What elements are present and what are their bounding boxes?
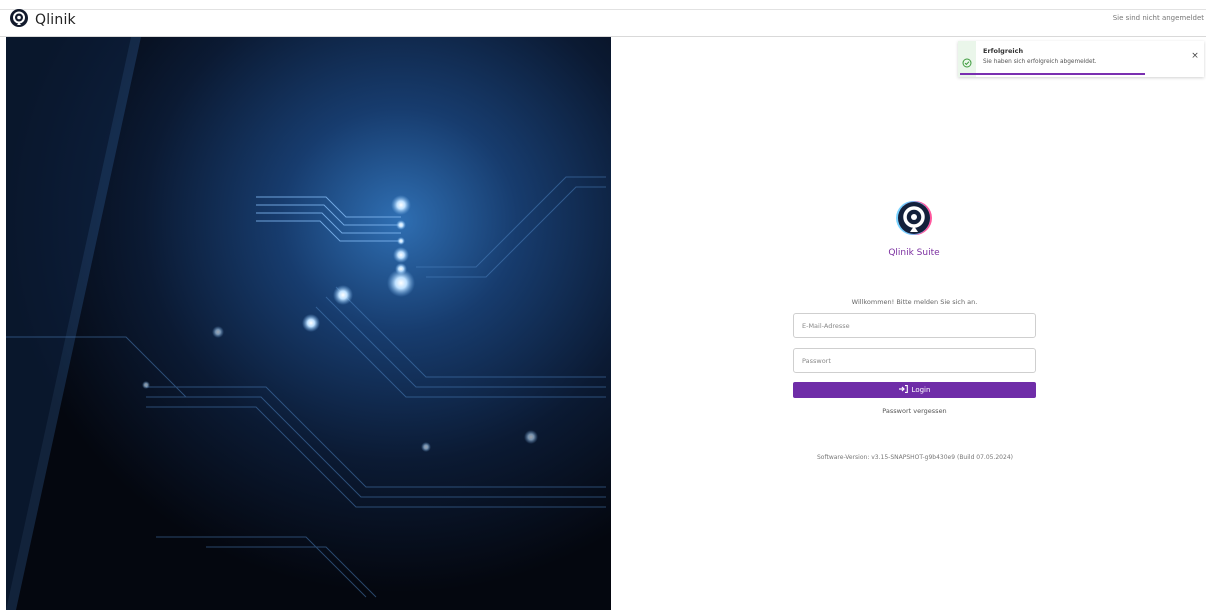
toast-progress-bar	[960, 73, 1145, 75]
login-button[interactable]: Login	[793, 382, 1036, 398]
location-pin-icon	[9, 8, 29, 32]
welcome-text: Willkommen! Bitte melden Sie sich an.	[851, 298, 978, 306]
auth-status: Sie sind nicht angemeldet	[1112, 14, 1204, 22]
check-circle-icon	[962, 53, 972, 72]
close-icon[interactable]: ×	[1190, 51, 1200, 61]
sign-in-icon	[898, 385, 908, 395]
toast-title: Erfolgreich	[983, 47, 1024, 55]
toast-message: Sie haben sich erfolgreich abgemeldet.	[983, 59, 1097, 65]
success-toast: Erfolgreich Sie haben sich erfolgreich a…	[958, 41, 1204, 77]
suite-name: Qlinik Suite	[888, 248, 940, 258]
forgot-password-link[interactable]: Passwort vergessen	[793, 407, 1036, 415]
software-version: Software-Version: v3.15-SNAPSHOT-g9b430e…	[817, 454, 1013, 461]
password-field[interactable]	[793, 348, 1036, 373]
suite-logo	[882, 194, 946, 252]
brand-name: Qlinik	[35, 12, 76, 28]
brand[interactable]: Qlinik	[9, 8, 76, 32]
email-field[interactable]	[793, 313, 1036, 338]
hero-image	[6, 37, 611, 610]
top-bar: Qlinik Sie sind nicht angemeldet	[0, 0, 1206, 37]
top-divider	[0, 9, 1206, 10]
login-button-label: Login	[911, 386, 931, 394]
